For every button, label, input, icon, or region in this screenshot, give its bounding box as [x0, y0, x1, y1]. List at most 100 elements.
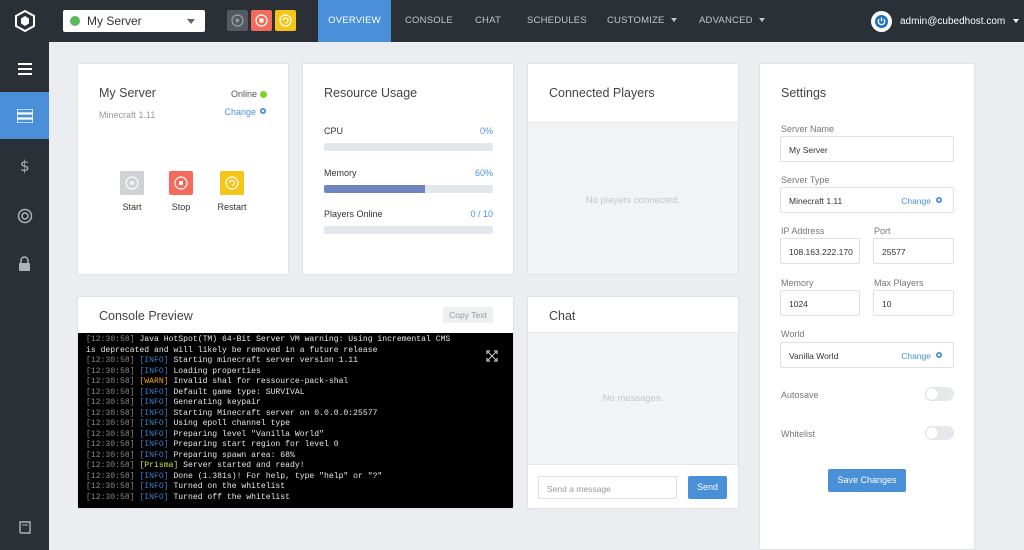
start-button-top[interactable] — [227, 10, 248, 31]
chat-card: Chat No messages. Send a message Send — [527, 296, 739, 509]
cpu-row: CPU 0% — [324, 126, 493, 151]
server-name-label: Server Name — [781, 124, 835, 134]
tab-chat[interactable]: CHAT — [475, 0, 501, 42]
sidebar: $ — [0, 42, 49, 550]
lock-icon[interactable] — [0, 240, 49, 287]
players-online-value: 0 / 10 — [470, 209, 493, 219]
server-type-label: Server Type — [781, 175, 830, 185]
console-level: [INFO] — [139, 366, 174, 376]
world-field[interactable]: Vanilla World Change — [780, 342, 954, 368]
console-timestamp: [12:30:58] — [86, 471, 140, 481]
menu-icon[interactable] — [0, 45, 49, 92]
server-type-change-link[interactable]: Change — [901, 196, 943, 206]
console-level: [INFO] — [139, 450, 174, 460]
restart-control[interactable]: Restart — [212, 171, 252, 212]
autosave-toggle[interactable] — [925, 387, 954, 401]
play-icon — [120, 171, 144, 195]
console-timestamp: [12:30:58] — [86, 492, 140, 502]
port-label: Port — [874, 226, 891, 236]
players-online-row: Players Online 0 / 10 — [324, 209, 493, 234]
chevron-down-icon — [670, 18, 677, 23]
chevron-down-icon — [1013, 19, 1020, 23]
save-changes-button[interactable]: Save Changes — [828, 469, 906, 492]
world-change-link[interactable]: Change — [901, 351, 943, 361]
console-output[interactable]: [12:30:58] Java HotSpot(TM) 64-Bit Serve… — [78, 333, 513, 508]
world-change-label: Change — [901, 351, 931, 361]
players-online-bar — [324, 226, 493, 234]
console-text: Default game type: SURVIVAL — [173, 387, 305, 397]
console-line: [12:30:58] [INFO] Generating keypair — [86, 398, 513, 409]
console-timestamp: [12:30:58] — [86, 450, 140, 460]
console-line: [12:30:58] [INFO] Done (1.381s)! For hel… — [86, 471, 513, 483]
resource-usage-title: Resource Usage — [324, 86, 418, 100]
console-timestamp: [12:30:58] — [86, 440, 140, 449]
console-level: [INFO] — [139, 440, 174, 449]
lifebuoy-icon[interactable] — [0, 192, 49, 239]
console-text: Starting minecraft server version 1.11 — [173, 356, 359, 365]
restart-button-top[interactable] — [275, 10, 296, 31]
console-line: [12:30:58] [INFO] Preparing spawn area: … — [86, 450, 513, 462]
chevron-down-icon — [187, 19, 195, 24]
tab-advanced-label: ADVANCED — [699, 15, 753, 26]
user-menu[interactable]: admin@cubedhost.com — [871, 10, 1020, 32]
online-dot — [260, 90, 267, 98]
console-text: is deprecated and will likely be removed… — [86, 345, 378, 355]
port-field[interactable]: 25577 — [873, 238, 954, 264]
max-players-value: 10 — [882, 299, 892, 309]
connected-players-card: Connected Players No players connected. — [527, 63, 739, 275]
tab-console[interactable]: CONSOLE — [405, 0, 453, 42]
start-control[interactable]: Start — [112, 171, 152, 212]
change-version-link[interactable]: Change — [224, 107, 267, 117]
chevron-down-icon — [758, 18, 765, 23]
whitelist-toggle[interactable] — [925, 426, 954, 440]
dollar-icon[interactable]: $ — [0, 142, 49, 189]
cpu-value: 0% — [479, 126, 493, 136]
server-select[interactable]: My Server — [63, 10, 205, 32]
copy-text-button[interactable]: Copy Text — [443, 307, 493, 323]
console-preview-card: Console Preview Copy Text [12:30:58] Jav… — [77, 296, 514, 509]
expand-icon[interactable] — [486, 349, 498, 367]
tab-overview[interactable]: OVERVIEW — [318, 0, 391, 42]
max-players-field[interactable]: 10 — [873, 290, 954, 316]
ip-address-field[interactable]: 108.163.222.170 — [780, 238, 860, 264]
players-list: No players connected. — [528, 122, 738, 274]
ip-address-value: 108.163.222.170 — [789, 247, 853, 257]
server-list-icon[interactable] — [0, 92, 49, 139]
server-name-field[interactable]: My Server — [780, 136, 954, 162]
book-icon[interactable] — [0, 504, 49, 550]
connected-players-title: Connected Players — [549, 86, 655, 100]
server-status-dot — [70, 16, 80, 26]
memory-field[interactable]: 1024 — [780, 290, 860, 316]
players-online-label: Players Online — [324, 209, 383, 219]
memory-label: Memory — [324, 168, 357, 178]
memory-row: Memory 60% — [324, 168, 493, 193]
tab-advanced[interactable]: ADVANCED — [699, 0, 765, 42]
stop-button-top[interactable] — [251, 10, 272, 31]
console-timestamp: [12:30:58] — [86, 482, 140, 491]
gear-icon — [259, 107, 267, 117]
send-button[interactable]: Send — [688, 476, 727, 499]
console-text: Preparing start region for level 0 — [173, 440, 339, 449]
console-text: Turned on the whitelist — [173, 482, 286, 491]
server-type-field[interactable]: Minecraft 1.11 Change — [780, 187, 954, 213]
console-timestamp: [12:30:58] — [86, 387, 140, 397]
max-players-label: Max Players — [874, 278, 924, 288]
stop-icon — [169, 171, 193, 195]
settings-card: Settings Server Name My Server Server Ty… — [759, 63, 975, 550]
console-level: [INFO] — [139, 408, 174, 418]
console-level: [WARN] — [139, 377, 174, 386]
tab-customize[interactable]: CUSTOMIZE — [607, 0, 677, 42]
svg-text:$: $ — [20, 158, 30, 174]
console-text: Generating keypair — [173, 398, 261, 407]
server-type-value: Minecraft 1.11 — [789, 196, 843, 206]
gear-icon — [935, 351, 943, 361]
port-value: 25577 — [882, 247, 906, 257]
tab-schedules[interactable]: SCHEDULES — [527, 0, 587, 42]
stop-control[interactable]: Stop — [161, 171, 201, 212]
resource-usage-card: Resource Usage CPU 0% Memory 60% Players… — [302, 63, 514, 275]
chat-message-input[interactable]: Send a message — [538, 476, 677, 499]
cube-logo-icon[interactable] — [0, 0, 49, 42]
console-timestamp: [12:30:58] — [86, 335, 140, 344]
memory-value: 60% — [474, 168, 493, 178]
start-label: Start — [122, 202, 142, 212]
